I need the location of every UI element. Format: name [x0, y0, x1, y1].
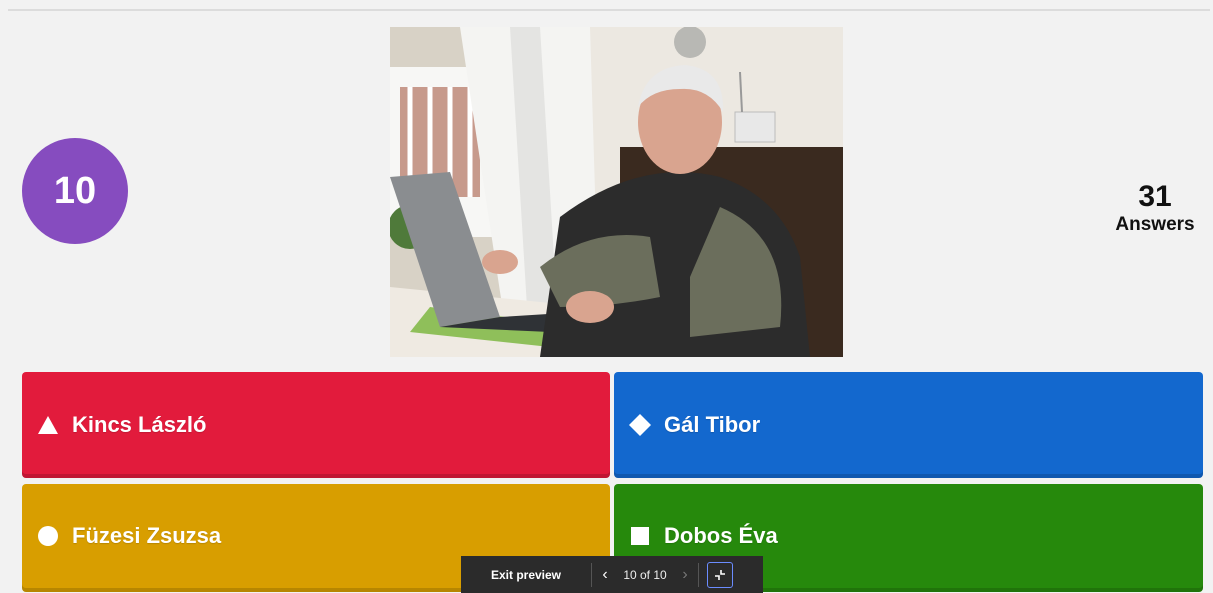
triangle-icon — [34, 411, 62, 439]
answer-option-triangle[interactable]: Kincs László — [22, 372, 610, 478]
timer-value: 10 — [53, 169, 97, 212]
answer-option-label: Füzesi Zsuzsa — [72, 523, 222, 548]
answer-option-label: Gál Tibor — [664, 412, 761, 437]
previous-button[interactable]: ‹ — [592, 556, 618, 593]
answer-option-diamond[interactable]: Gál Tibor — [614, 372, 1203, 478]
diamond-icon — [626, 411, 654, 439]
answer-option-label: Dobos Éva — [664, 523, 778, 548]
countdown-timer: 10 — [22, 138, 128, 244]
chevron-left-icon: ‹ — [602, 565, 608, 583]
next-button[interactable]: › — [672, 556, 698, 593]
exit-fullscreen-button[interactable] — [707, 561, 733, 588]
answers-counter: 31 Answers — [1100, 180, 1210, 236]
square-icon — [626, 522, 654, 550]
toolbar-divider — [698, 562, 699, 587]
preview-toolbar: Exit preview ‹ 10 of 10 › — [461, 556, 763, 593]
chevron-right-icon: › — [682, 565, 688, 583]
top-divider — [8, 9, 1210, 11]
answers-count-label: Answers — [1115, 214, 1195, 235]
question-image — [390, 27, 843, 357]
circle-icon — [34, 522, 62, 550]
answers-count-value: 31 — [1138, 180, 1172, 213]
exit-preview-button[interactable]: Exit preview — [461, 568, 591, 582]
page-indicator: 10 of 10 — [623, 567, 667, 582]
answer-option-label: Kincs László — [72, 412, 207, 437]
collapse-icon — [715, 569, 725, 580]
